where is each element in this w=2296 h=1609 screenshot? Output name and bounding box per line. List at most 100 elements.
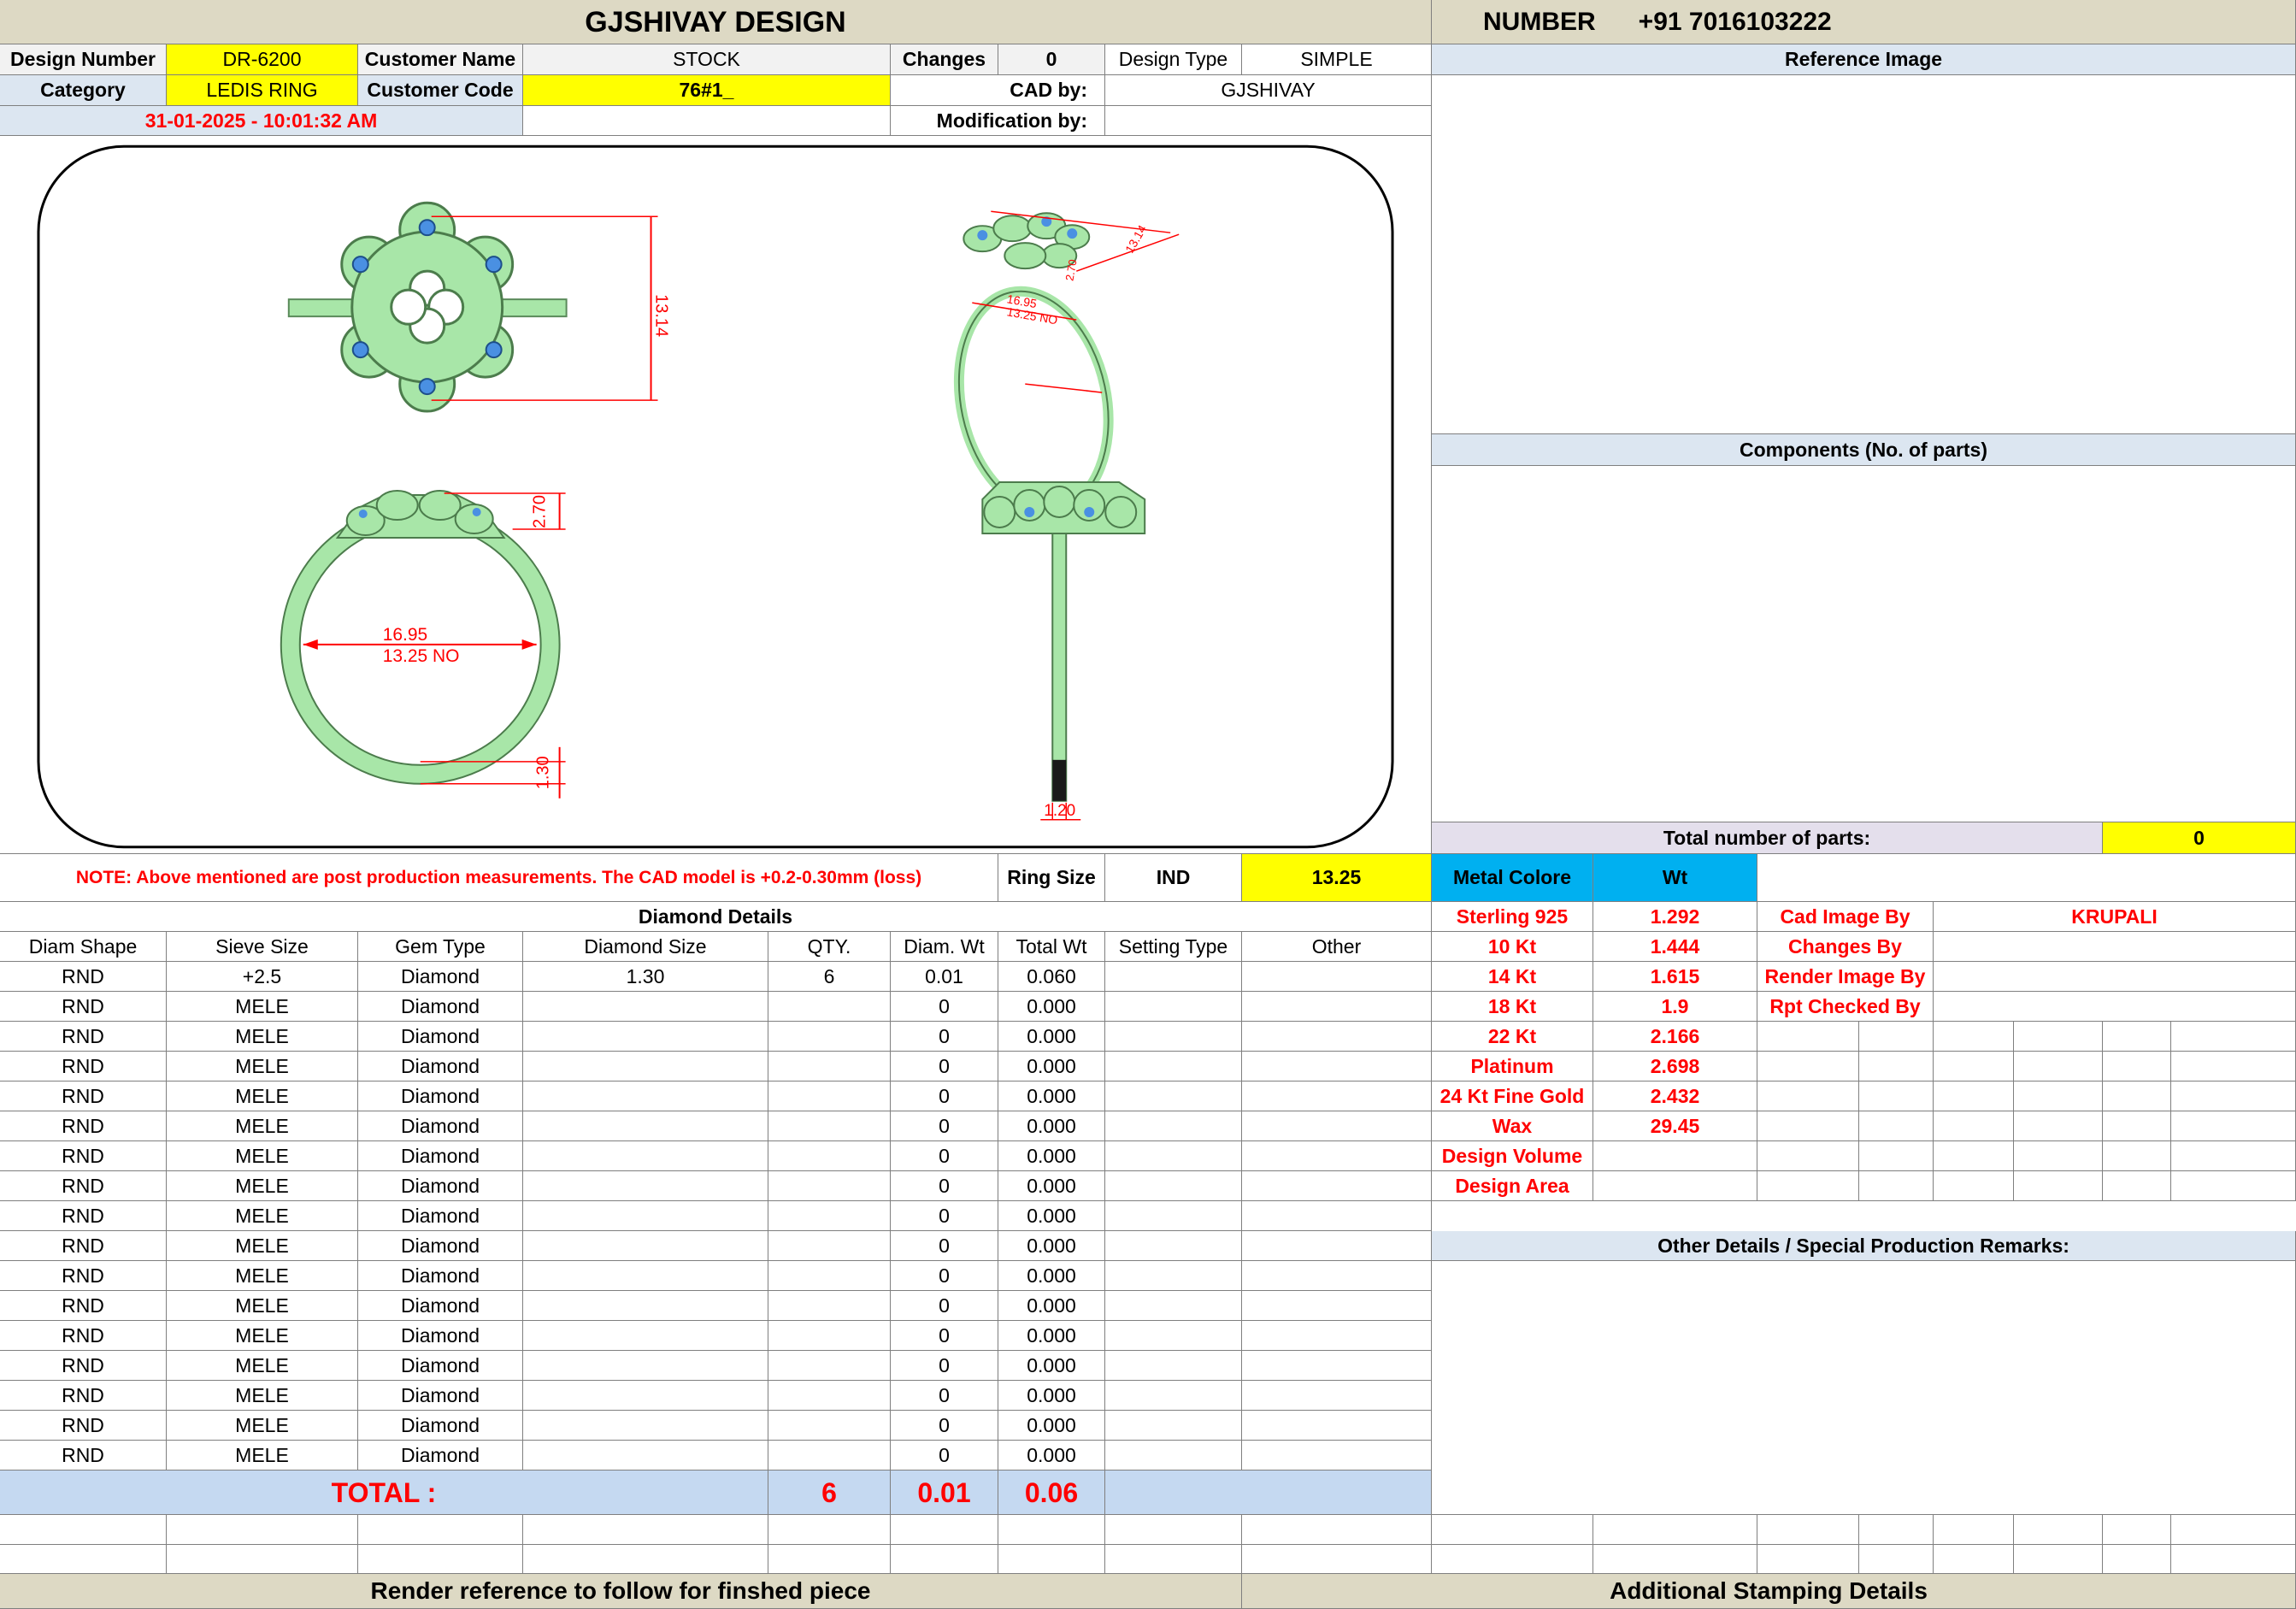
diamond-cell-other[interactable] (1242, 1231, 1432, 1261)
total-diam-wt: 0.01 (891, 1470, 998, 1515)
diamond-cell-qty (768, 1201, 891, 1231)
diamond-cell-qty (768, 1291, 891, 1321)
credit-value[interactable] (1934, 992, 2296, 1022)
diamond-cell-other[interactable] (1242, 1381, 1432, 1411)
diamond-cell-other[interactable] (1242, 1052, 1432, 1082)
diamond-cell-diam-wt: 0 (891, 1231, 998, 1261)
metal-name: 22 Kt (1432, 1022, 1593, 1052)
diamond-cell-other[interactable] (1242, 992, 1432, 1022)
diamond-cell-setting-type[interactable] (1105, 1022, 1242, 1052)
diamond-cell-setting-type[interactable] (1105, 992, 1242, 1022)
diamond-cell-sieve-size: MELE (167, 1231, 358, 1261)
diamond-cell-setting-type[interactable] (1105, 1201, 1242, 1231)
diamond-cell-other[interactable] (1242, 1141, 1432, 1171)
diamond-cell-other[interactable] (1242, 1022, 1432, 1052)
grid-cell (1757, 1022, 1859, 1052)
diamond-cell-sieve-size: MELE (167, 1082, 358, 1111)
grid-cell (2014, 1082, 2103, 1111)
diamond-cell-other[interactable] (1242, 1082, 1432, 1111)
total-parts-value[interactable]: 0 (2103, 822, 2296, 854)
diamond-cell-setting-type[interactable] (1105, 1231, 1242, 1261)
diamond-cell-qty (768, 1052, 891, 1082)
blank-cell (1934, 1515, 2014, 1545)
diamond-cell-other[interactable] (1242, 1171, 1432, 1201)
diamond-cell-qty (768, 1171, 891, 1201)
diamond-cell-other[interactable] (1242, 1111, 1432, 1141)
diamond-cell-other[interactable] (1242, 1291, 1432, 1321)
diamond-cell-diam-shape: RND (0, 1351, 167, 1381)
diamond-cell-setting-type[interactable] (1105, 1411, 1242, 1441)
modification-by-value[interactable] (1105, 106, 1432, 136)
grid-cell (2014, 1141, 2103, 1171)
ring-size-value[interactable]: 13.25 (1242, 854, 1432, 902)
design-number-value[interactable]: DR-6200 (167, 44, 358, 75)
credit-label: Rpt Checked By (1757, 992, 1934, 1022)
diamond-cell-diam-wt: 0 (891, 1052, 998, 1082)
diamond-cell-setting-type[interactable] (1105, 1141, 1242, 1171)
grid-cell (1934, 1111, 2014, 1141)
diamond-cell-setting-type[interactable] (1105, 1171, 1242, 1201)
grid-cell (1757, 1141, 1859, 1171)
diamond-cell-setting-type[interactable] (1105, 962, 1242, 992)
diamond-cell-setting-type[interactable] (1105, 1052, 1242, 1082)
diamond-cell-other[interactable] (1242, 1261, 1432, 1291)
grid-cell (1934, 1082, 2014, 1111)
dim-side-height: 2.70 (531, 495, 550, 528)
diamond-cell-diamond-size (523, 1351, 768, 1381)
diamond-cell-other[interactable] (1242, 1411, 1432, 1441)
grid-cell (2014, 1111, 2103, 1141)
diamond-cell-diamond-size (523, 1231, 768, 1261)
diamond-cell-diam-wt: 0 (891, 1321, 998, 1351)
credit-value[interactable]: KRUPALI (1934, 902, 2296, 932)
diamond-cell-diam-wt: 0 (891, 1351, 998, 1381)
stamping-label: Additional Stamping Details (1242, 1574, 2296, 1609)
diamond-cell-other[interactable] (1242, 1201, 1432, 1231)
total-blank (1105, 1470, 1432, 1515)
diamond-cell-setting-type[interactable] (1105, 1082, 1242, 1111)
diamond-cell-setting-type[interactable] (1105, 1351, 1242, 1381)
diamond-cell-gem-type: Diamond (358, 1291, 523, 1321)
diamond-cell-setting-type[interactable] (1105, 1111, 1242, 1141)
diamond-cell-setting-type[interactable] (1105, 1381, 1242, 1411)
grid-cell (1934, 1171, 2014, 1201)
diamond-cell-diam-wt: 0 (891, 1171, 998, 1201)
customer-name-value[interactable]: STOCK (523, 44, 891, 75)
dim-persp-side: 2.70 (1063, 258, 1079, 282)
grid-cell (2103, 1022, 2171, 1052)
diamond-cell-gem-type: Diamond (358, 1411, 523, 1441)
diamond-cell-other[interactable] (1242, 1321, 1432, 1351)
diamond-cell-sieve-size: MELE (167, 1321, 358, 1351)
changes-value[interactable]: 0 (998, 44, 1105, 75)
diamond-cell-setting-type[interactable] (1105, 1261, 1242, 1291)
diamond-cell-diam-shape: RND (0, 992, 167, 1022)
credit-value[interactable] (1934, 962, 2296, 992)
col-header-diamond-size: Diamond Size (523, 932, 768, 962)
grid-cell (2103, 1141, 2171, 1171)
diamond-cell-setting-type[interactable] (1105, 1291, 1242, 1321)
blank-cell (167, 1545, 358, 1574)
diamond-cell-setting-type[interactable] (1105, 1321, 1242, 1351)
diamond-cell-diamond-size (523, 1201, 768, 1231)
grid-cell (2103, 1171, 2171, 1201)
diamond-cell-setting-type[interactable] (1105, 1441, 1242, 1470)
cad-by-value[interactable]: GJSHIVAY (1105, 75, 1432, 106)
components-area (1432, 466, 2296, 822)
diamond-cell-diamond-size: 1.30 (523, 962, 768, 992)
ring-size-label: Ring Size (998, 854, 1105, 902)
grid-cell (1934, 1052, 2014, 1082)
blank-cell (1859, 1515, 1934, 1545)
diamond-cell-diamond-size (523, 992, 768, 1022)
credit-value[interactable] (1934, 932, 2296, 962)
customer-code-value[interactable]: 76#1_ (523, 75, 891, 106)
diamond-cell-other[interactable] (1242, 1441, 1432, 1470)
grid-cell (2171, 1082, 2296, 1111)
blank-cell (0, 1545, 167, 1574)
design-type-value[interactable]: SIMPLE (1242, 44, 1432, 75)
blank-cell (768, 1515, 891, 1545)
category-value[interactable]: LEDIS RING (167, 75, 358, 106)
ring-front-view: 2.70 16.95 13.25 NO 1.30 (280, 489, 566, 799)
diamond-cell-total-wt: 0.000 (998, 1141, 1105, 1171)
blank-cell (2103, 1515, 2171, 1545)
diamond-cell-other[interactable] (1242, 1351, 1432, 1381)
diamond-cell-other[interactable] (1242, 962, 1432, 992)
